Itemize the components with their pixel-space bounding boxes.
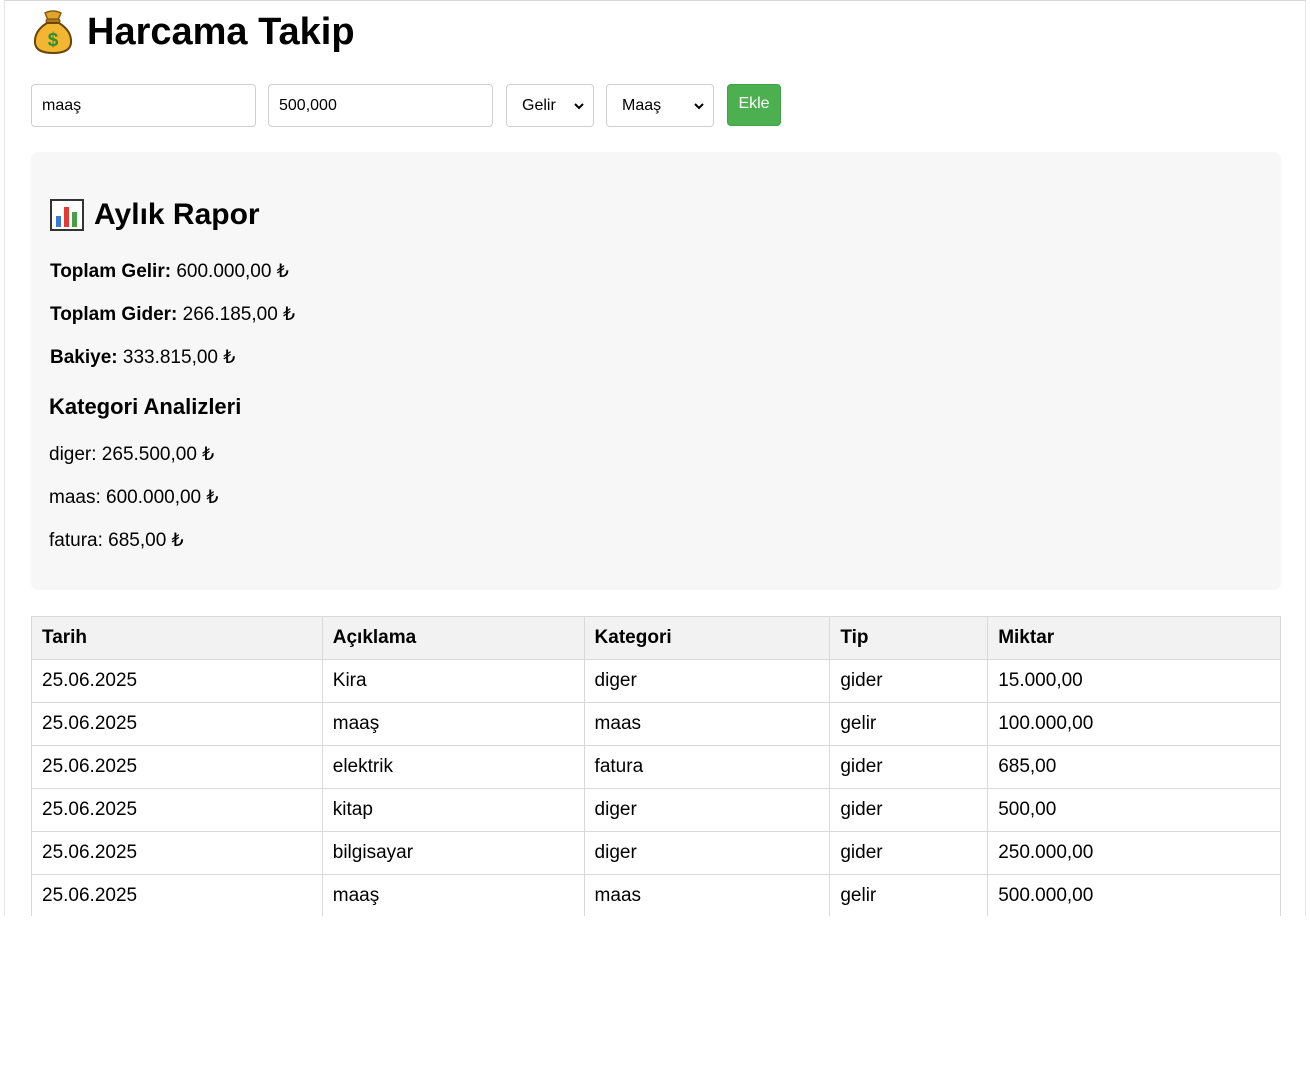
cell-date: 25.06.2025 (31, 788, 323, 832)
total-expense-label: Toplam Gider: (50, 304, 178, 325)
category-analysis-title: Kategori Analizleri (49, 394, 242, 419)
cell-amount: 15.000,00 (987, 659, 1281, 703)
chevron-down-icon (574, 103, 584, 110)
cell-amount: 100.000,00 (987, 702, 1281, 746)
report-title: Aylık Rapor (50, 198, 260, 232)
monthly-report-panel: Aylık Rapor Toplam Gelir: 600.000,00 ₺ T… (31, 152, 1281, 590)
table-header-row: Tarih Açıklama Kategori Tip Miktar (31, 616, 1281, 660)
column-header-amount: Miktar (987, 616, 1281, 660)
cell-category: diger (583, 831, 831, 875)
type-select-value: Gelir (522, 97, 556, 114)
cell-description: maaş (321, 874, 585, 916)
cell-date: 25.06.2025 (31, 659, 323, 703)
chevron-down-icon (694, 103, 704, 110)
column-header-date: Tarih (31, 616, 323, 660)
type-select[interactable]: Gelir (506, 84, 594, 127)
table-row: 25.06.2025 maaş maas gelir 100.000,00 (31, 702, 1281, 746)
cell-amount: 250.000,00 (987, 831, 1281, 875)
category-select[interactable]: Maaş (606, 84, 714, 127)
category-line: fatura: 685,00 ₺ (49, 530, 184, 551)
cell-amount: 685,00 (987, 745, 1281, 789)
svg-text:$: $ (48, 30, 59, 51)
total-income-value: 600.000,00 ₺ (176, 261, 289, 282)
total-expense-value: 266.185,00 ₺ (182, 304, 296, 325)
table-row: 25.06.2025 Kira diger gider 15.000,00 (31, 659, 1281, 703)
cell-type: gider (829, 745, 989, 789)
table-row: 25.06.2025 elektrik fatura gider 685,00 (31, 745, 1281, 789)
table-row: 25.06.2025 bilgisayar diger gider 250.00… (31, 831, 1281, 875)
cell-category: diger (583, 788, 831, 832)
cell-amount: 500.000,00 (987, 874, 1281, 916)
cell-date: 25.06.2025 (31, 702, 323, 746)
column-header-category: Kategori (583, 616, 831, 660)
total-expense: Toplam Gider: 266.185,00 ₺ (50, 303, 295, 326)
cell-date: 25.06.2025 (31, 874, 323, 916)
cell-category: fatura (583, 745, 831, 789)
cell-description: elektrik (321, 745, 585, 789)
report-title-text: Aylık Rapor (94, 198, 260, 231)
cell-description: kitap (321, 788, 585, 832)
cell-amount: 500,00 (987, 788, 1281, 832)
cell-category: diger (583, 659, 831, 703)
page-title: $ Harcama Takip (31, 9, 355, 55)
cell-date: 25.06.2025 (31, 745, 323, 789)
description-input[interactable]: maaş (31, 84, 256, 127)
add-button[interactable]: Ekle (727, 84, 781, 126)
cell-type: gider (829, 788, 989, 832)
table-row: 25.06.2025 kitap diger gider 500,00 (31, 788, 1281, 832)
cell-category: maas (583, 874, 831, 916)
total-income-label: Toplam Gelir: (50, 261, 172, 282)
transactions-table: Tarih Açıklama Kategori Tip Miktar 25.06… (31, 616, 1281, 916)
column-header-description: Açıklama (321, 616, 585, 660)
total-income: Toplam Gelir: 600.000,00 ₺ (50, 260, 289, 283)
cell-description: maaş (321, 702, 585, 746)
cell-category: maas (583, 702, 831, 746)
money-bag-icon: $ (33, 10, 73, 55)
app-title-text: Harcama Takip (87, 10, 355, 53)
balance: Bakiye: 333.815,00 ₺ (50, 346, 235, 369)
bar-chart-icon (50, 199, 84, 231)
cell-description: bilgisayar (321, 831, 585, 875)
cell-description: Kira (321, 659, 585, 703)
category-line: maas: 600.000,00 ₺ (49, 487, 219, 508)
category-line: diger: 265.500,00 ₺ (49, 444, 215, 465)
app-window: $ Harcama Takip maaş 500,000 Gelir Maaş … (4, 0, 1306, 916)
column-header-type: Tip (829, 616, 989, 660)
cell-type: gelir (829, 874, 989, 916)
amount-input[interactable]: 500,000 (268, 84, 493, 127)
balance-value: 333.815,00 ₺ (122, 347, 236, 368)
cell-date: 25.06.2025 (31, 831, 323, 875)
balance-label: Bakiye: (50, 347, 118, 368)
table-row: 25.06.2025 maaş maas gelir 500.000,00 (31, 874, 1281, 916)
category-select-value: Maaş (622, 97, 662, 114)
cell-type: gelir (829, 702, 989, 746)
cell-type: gider (829, 831, 989, 875)
cell-type: gider (829, 659, 989, 703)
